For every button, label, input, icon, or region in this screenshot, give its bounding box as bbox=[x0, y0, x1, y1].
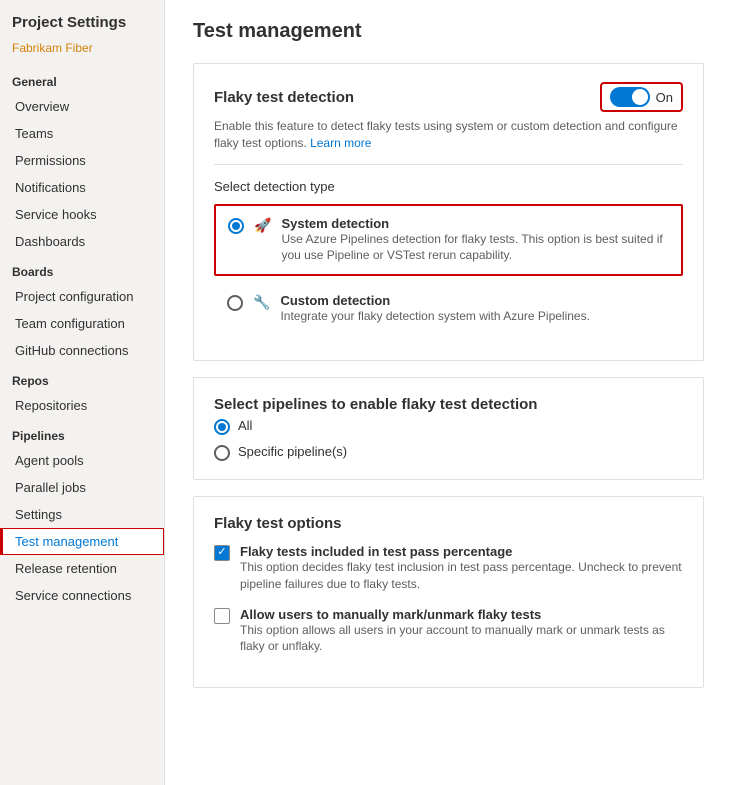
checkbox-manual-mark-title: Allow users to manually mark/unmark flak… bbox=[240, 607, 683, 622]
checkbox-include-pass-box[interactable]: ✓ bbox=[214, 545, 230, 561]
pipelines-card-title: Select pipelines to enable flaky test de… bbox=[214, 396, 537, 413]
sidebar-item-agent-pools[interactable]: Agent pools bbox=[0, 447, 164, 474]
system-detection-option[interactable]: 🚀 System detection Use Azure Pipelines d… bbox=[214, 204, 683, 277]
learn-more-link[interactable]: Learn more bbox=[310, 136, 371, 150]
sidebar-item-settings[interactable]: Settings bbox=[0, 501, 164, 528]
sidebar-item-repositories[interactable]: Repositories bbox=[0, 392, 164, 419]
custom-detection-icon: 🔧 bbox=[253, 294, 270, 311]
flaky-detection-title: Flaky test detection bbox=[214, 89, 354, 106]
pipeline-options: All Specific pipeline(s) bbox=[214, 417, 683, 461]
flaky-toggle-container[interactable]: On bbox=[600, 82, 683, 112]
boards-section-header: Boards bbox=[0, 255, 164, 283]
flaky-detection-card: Flaky test detection On Enable this feat… bbox=[193, 63, 704, 361]
checkbox-include-pass[interactable]: ✓ Flaky tests included in test pass perc… bbox=[214, 544, 683, 593]
custom-detection-desc: Integrate your flaky detection system wi… bbox=[280, 308, 590, 325]
system-detection-desc: Use Azure Pipelines detection for flaky … bbox=[281, 231, 669, 265]
flaky-detection-header-row: Flaky test detection On bbox=[214, 82, 683, 112]
page-title: Test management bbox=[193, 20, 704, 43]
checkbox-include-pass-title: Flaky tests included in test pass percen… bbox=[240, 544, 683, 559]
detection-type-label: Select detection type bbox=[214, 179, 683, 194]
sidebar-item-parallel-jobs[interactable]: Parallel jobs bbox=[0, 474, 164, 501]
sidebar-item-overview[interactable]: Overview bbox=[0, 93, 164, 120]
sidebar-item-team-configuration[interactable]: Team configuration bbox=[0, 310, 164, 337]
toggle-thumb bbox=[632, 89, 648, 105]
sidebar-item-teams[interactable]: Teams bbox=[0, 120, 164, 147]
system-detection-icon: 🚀 bbox=[254, 217, 271, 234]
general-section-header: General bbox=[0, 65, 164, 93]
sidebar: Project Settings Fabrikam Fiber General … bbox=[0, 0, 165, 785]
flaky-options-card: Flaky test options ✓ Flaky tests include… bbox=[193, 496, 704, 688]
custom-detection-title: Custom detection bbox=[280, 293, 590, 308]
pipelines-card: Select pipelines to enable flaky test de… bbox=[193, 377, 704, 480]
pipeline-specific-option[interactable]: Specific pipeline(s) bbox=[214, 443, 683, 461]
sidebar-item-project-configuration[interactable]: Project configuration bbox=[0, 283, 164, 310]
toggle-label: On bbox=[656, 90, 673, 105]
system-detection-title: System detection bbox=[281, 216, 669, 231]
pipeline-specific-label: Specific pipeline(s) bbox=[238, 444, 347, 459]
repos-section-header: Repos bbox=[0, 364, 164, 392]
pipeline-all-label: All bbox=[238, 418, 252, 433]
system-detection-radio[interactable] bbox=[228, 218, 244, 234]
pipelines-section-header: Pipelines bbox=[0, 419, 164, 447]
sidebar-item-dashboards[interactable]: Dashboards bbox=[0, 228, 164, 255]
sidebar-item-github-connections[interactable]: GitHub connections bbox=[0, 337, 164, 364]
sidebar-item-notifications[interactable]: Notifications bbox=[0, 174, 164, 201]
flaky-options-title: Flaky test options bbox=[214, 515, 342, 532]
checkbox-manual-mark-box[interactable] bbox=[214, 608, 230, 624]
checkbox-manual-mark-desc: This option allows all users in your acc… bbox=[240, 622, 683, 656]
flaky-toggle[interactable] bbox=[610, 87, 650, 107]
sidebar-title: Project Settings bbox=[0, 0, 164, 41]
sidebar-item-permissions[interactable]: Permissions bbox=[0, 147, 164, 174]
pipeline-specific-radio[interactable] bbox=[214, 445, 230, 461]
sidebar-item-service-hooks[interactable]: Service hooks bbox=[0, 201, 164, 228]
pipeline-all-radio[interactable] bbox=[214, 419, 230, 435]
pipeline-all-option[interactable]: All bbox=[214, 417, 683, 435]
custom-detection-radio[interactable] bbox=[227, 295, 243, 311]
sidebar-item-service-connections[interactable]: Service connections bbox=[0, 582, 164, 609]
custom-detection-option[interactable]: 🔧 Custom detection Integrate your flaky … bbox=[214, 282, 683, 336]
flaky-detection-description: Enable this feature to detect flaky test… bbox=[214, 118, 683, 152]
sidebar-brand[interactable]: Fabrikam Fiber bbox=[0, 41, 164, 65]
checkbox-manual-mark[interactable]: Allow users to manually mark/unmark flak… bbox=[214, 607, 683, 656]
sidebar-item-test-management[interactable]: Test management bbox=[0, 528, 164, 555]
checkmark-icon: ✓ bbox=[217, 547, 226, 558]
checkbox-include-pass-desc: This option decides flaky test inclusion… bbox=[240, 559, 683, 593]
sidebar-item-release-retention[interactable]: Release retention bbox=[0, 555, 164, 582]
main-content: Test management Flaky test detection On … bbox=[165, 0, 732, 785]
